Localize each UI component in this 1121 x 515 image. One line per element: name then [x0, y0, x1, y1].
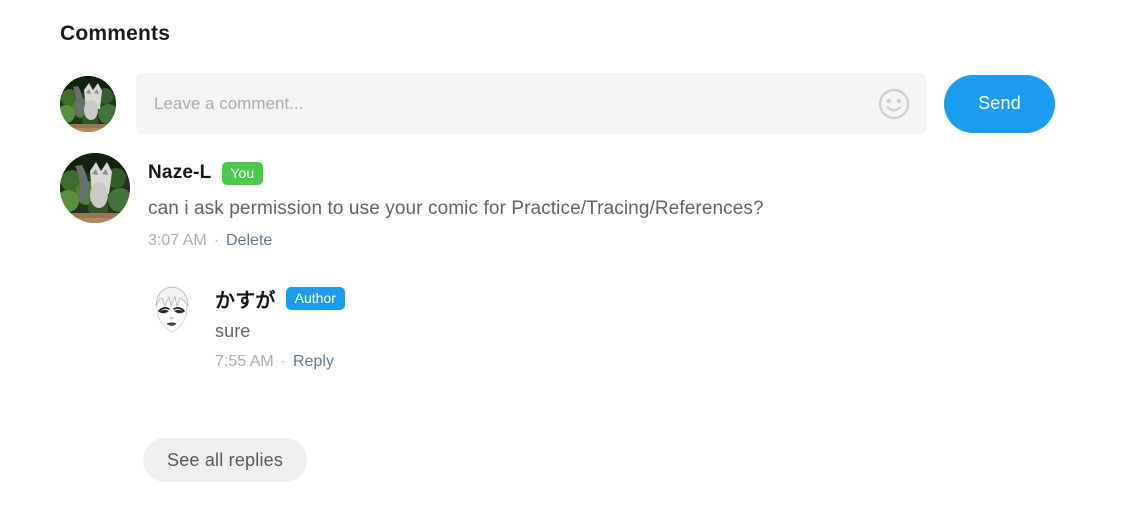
see-all-replies-button[interactable]: See all replies: [143, 438, 308, 482]
reply-timestamp: 7:55 AM: [215, 353, 274, 370]
avatar[interactable]: [140, 281, 203, 344]
comment-text: can i ask permission to use your comic f…: [148, 198, 764, 219]
comment-author-name[interactable]: Naze-L: [148, 162, 212, 184]
comment-input[interactable]: [154, 73, 869, 134]
page-title: Comments: [60, 22, 171, 45]
avatar[interactable]: [60, 153, 130, 223]
comment-timestamp: 3:07 AM: [148, 232, 207, 249]
meta-separator: ·: [280, 353, 287, 370]
smiley-face-icon[interactable]: [877, 87, 911, 121]
reply-author-name[interactable]: かすが: [215, 284, 276, 313]
comments-page: Comments Leave a comment... Send Naze-L …: [0, 0, 1121, 515]
comment-composer: Send: [60, 73, 1055, 134]
status-badge: Author: [285, 286, 345, 310]
reply-link[interactable]: Reply: [293, 353, 334, 371]
comment-input-wrap[interactable]: [136, 73, 927, 134]
status-badge: You: [221, 161, 264, 185]
comment-item: Naze-L You can i ask permission to use y…: [60, 153, 1020, 250]
reply-item: かすが Author sure 7:55 AM · Reply: [140, 281, 1020, 371]
reply-meta: 7:55 AM · Reply: [215, 353, 345, 371]
delete-link[interactable]: Delete: [226, 232, 272, 250]
meta-separator: ·: [213, 232, 220, 249]
avatar[interactable]: [60, 75, 116, 132]
send-button[interactable]: Send: [944, 74, 1055, 133]
reply-author-row: かすが Author: [215, 284, 345, 313]
reply-text: sure: [215, 321, 251, 341]
comment-body: Naze-L You can i ask permission to use y…: [148, 153, 764, 250]
comment-meta: 3:07 AM · Delete: [148, 232, 764, 250]
comment-author-row: Naze-L You: [148, 161, 764, 185]
reply-body: かすが Author sure 7:55 AM · Reply: [215, 281, 345, 371]
